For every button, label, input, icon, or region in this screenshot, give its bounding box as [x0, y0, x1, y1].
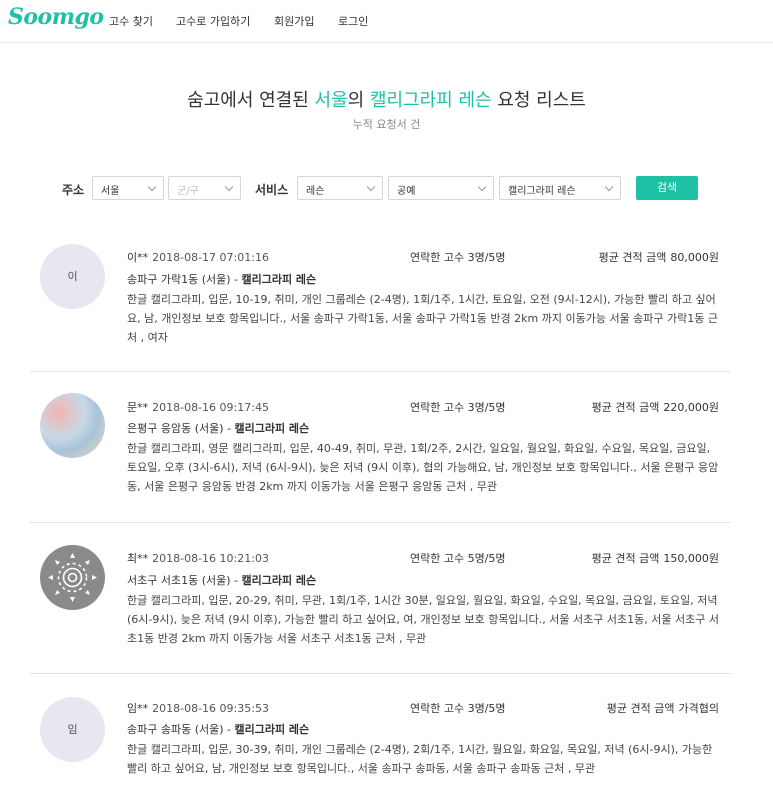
district-select[interactable]: 군/구: [168, 176, 241, 200]
request-meta: 최** 2018-08-16 10:21:03: [127, 550, 269, 566]
contacted-label: 연락한 고수: [410, 251, 465, 264]
estimate-price: 150,000원: [663, 552, 719, 565]
chevron-down-icon: [604, 182, 614, 192]
estimate-label: 평균 견적 금액: [606, 702, 675, 715]
estimate-price: 가격협의: [678, 702, 719, 715]
contacted-count: 3명/5명: [467, 401, 506, 414]
estimate-label: 평균 견적 금액: [591, 552, 660, 565]
city-select-value: 서울: [101, 186, 120, 197]
location-text: 은평구 응암동 (서울) -: [127, 422, 235, 435]
contacted-count: 3명/5명: [467, 702, 506, 715]
subcategory-select[interactable]: 공예: [388, 176, 494, 200]
requester-name: 문**: [127, 401, 149, 414]
request-location: 송파구 송파동 (서울) - 캘리그라피 레슨: [127, 721, 309, 737]
request-card[interactable]: 임 임** 2018-08-16 09:35:53 연락한 고수 3명/5명 평균…: [30, 675, 731, 793]
service-select-value: 캘리그라피 레슨: [508, 186, 576, 197]
average-estimate: 평균 견적 금액 가격협의: [607, 700, 719, 716]
service-name: 캘리그라피 레슨: [234, 723, 310, 736]
request-card[interactable]: 문** 2018-08-16 09:17:45 연락한 고수 3명/5명 평균 견…: [30, 373, 731, 523]
service-name: 캘리그라피 레슨: [234, 422, 310, 435]
top-navigation-bar: Soomgo 고수 찾기 고수로 가입하기 회원가입 로그인: [0, 0, 773, 43]
contacted-pros: 연락한 고수 3명/5명: [410, 249, 506, 265]
service-name: 캘리그라피 레슨: [241, 574, 317, 587]
flower-pattern-icon: [48, 553, 97, 602]
contacted-label: 연락한 고수: [410, 702, 465, 715]
contacted-label: 연락한 고수: [410, 552, 465, 565]
request-card[interactable]: 최** 2018-08-16 10:21:03 연락한 고수 5명/5명 평균 견…: [30, 524, 731, 674]
location-text: 송파구 송파동 (서울) -: [127, 723, 235, 736]
nav-sign-up[interactable]: 회원가입: [274, 13, 314, 29]
average-estimate: 평균 견적 금액 80,000원: [599, 249, 719, 265]
request-date: 2018-08-16 09:35:53: [152, 702, 269, 715]
title-region: 서울: [314, 90, 348, 111]
avatar: 이: [40, 244, 105, 309]
request-meta: 임** 2018-08-16 09:35:53: [127, 700, 269, 716]
location-text: 서초구 서초1동 (서울) -: [127, 574, 242, 587]
nav-find-pro[interactable]: 고수 찾기: [109, 13, 153, 29]
chevron-down-icon: [366, 182, 376, 192]
category-select[interactable]: 레슨: [297, 176, 383, 200]
title-prefix: 숨고에서 연결된: [187, 90, 315, 111]
request-meta: 문** 2018-08-16 09:17:45: [127, 399, 269, 415]
service-name: 캘리그라피 레슨: [241, 273, 317, 286]
chevron-down-icon: [224, 182, 234, 192]
requester-name: 최**: [127, 552, 149, 565]
page-subtitle: 누적 요청서 건: [352, 118, 421, 131]
service-select[interactable]: 캘리그라피 레슨: [499, 176, 621, 200]
request-date: 2018-08-16 09:17:45: [152, 401, 269, 414]
nav-login[interactable]: 로그인: [338, 13, 368, 29]
title-service: 캘리그라피 레슨: [369, 90, 492, 111]
contacted-pros: 연락한 고수 3명/5명: [410, 399, 506, 415]
request-location: 은평구 응암동 (서울) - 캘리그라피 레슨: [127, 420, 309, 436]
request-card[interactable]: 이 이** 2018-08-17 07:01:16 연락한 고수 3명/5명 평균…: [30, 222, 731, 372]
requester-name: 임**: [127, 702, 149, 715]
address-filter-label: 주소: [62, 183, 85, 197]
location-text: 송파구 가락1동 (서울) -: [127, 273, 242, 286]
contacted-count: 3명/5명: [467, 251, 506, 264]
title-suffix: 요청 리스트: [491, 90, 586, 111]
avatar: 임: [40, 697, 105, 762]
request-location: 서초구 서초1동 (서울) - 캘리그라피 레슨: [127, 572, 316, 588]
city-select[interactable]: 서울: [92, 176, 164, 200]
request-location: 송파구 가락1동 (서울) - 캘리그라피 레슨: [127, 271, 316, 287]
soomgo-logo[interactable]: Soomgo: [8, 4, 104, 30]
request-description: 한글 캘리그라피, 영문 캘리그라피, 입문, 40-49, 취미, 무관, 1…: [127, 442, 719, 493]
estimate-label: 평균 견적 금액: [598, 251, 667, 264]
service-filter-label: 서비스: [255, 183, 289, 197]
category-select-value: 레슨: [306, 186, 325, 197]
estimate-price: 80,000원: [670, 251, 719, 264]
contacted-pros: 연락한 고수 5명/5명: [410, 550, 506, 566]
average-estimate: 평균 견적 금액 150,000원: [592, 550, 719, 566]
request-date: 2018-08-16 10:21:03: [152, 552, 269, 565]
estimate-price: 220,000원: [663, 401, 719, 414]
chevron-down-icon: [147, 182, 157, 192]
contacted-count: 5명/5명: [467, 552, 506, 565]
contacted-pros: 연락한 고수 3명/5명: [410, 700, 506, 716]
requester-name: 이**: [127, 251, 149, 264]
chevron-down-icon: [477, 182, 487, 192]
nav-join-as-pro[interactable]: 고수로 가입하기: [176, 13, 250, 29]
subcategory-select-value: 공예: [397, 186, 416, 197]
avatar: [40, 545, 105, 610]
search-button[interactable]: 검색: [636, 176, 698, 200]
request-date: 2018-08-17 07:01:16: [152, 251, 269, 264]
request-description: 한글 캘리그라피, 입문, 20-29, 취미, 무관, 1회/1주, 1시간 …: [127, 594, 719, 645]
estimate-label: 평균 견적 금액: [591, 401, 660, 414]
request-description: 한글 캘리그라피, 입문, 10-19, 취미, 개인 그룹레슨 (2-4명),…: [127, 293, 719, 344]
district-select-value: 군/구: [177, 186, 199, 197]
title-mid: 의: [347, 90, 370, 111]
avatar: [40, 393, 105, 458]
average-estimate: 평균 견적 금액 220,000원: [592, 399, 719, 415]
request-description: 한글 캘리그라피, 입문, 30-39, 취미, 개인 그룹레슨 (2-4명),…: [127, 743, 713, 775]
contacted-label: 연락한 고수: [410, 401, 465, 414]
request-meta: 이** 2018-08-17 07:01:16: [127, 249, 269, 265]
page-title: 숨고에서 연결된 서울의 캘리그라피 레슨 요청 리스트: [0, 86, 773, 112]
